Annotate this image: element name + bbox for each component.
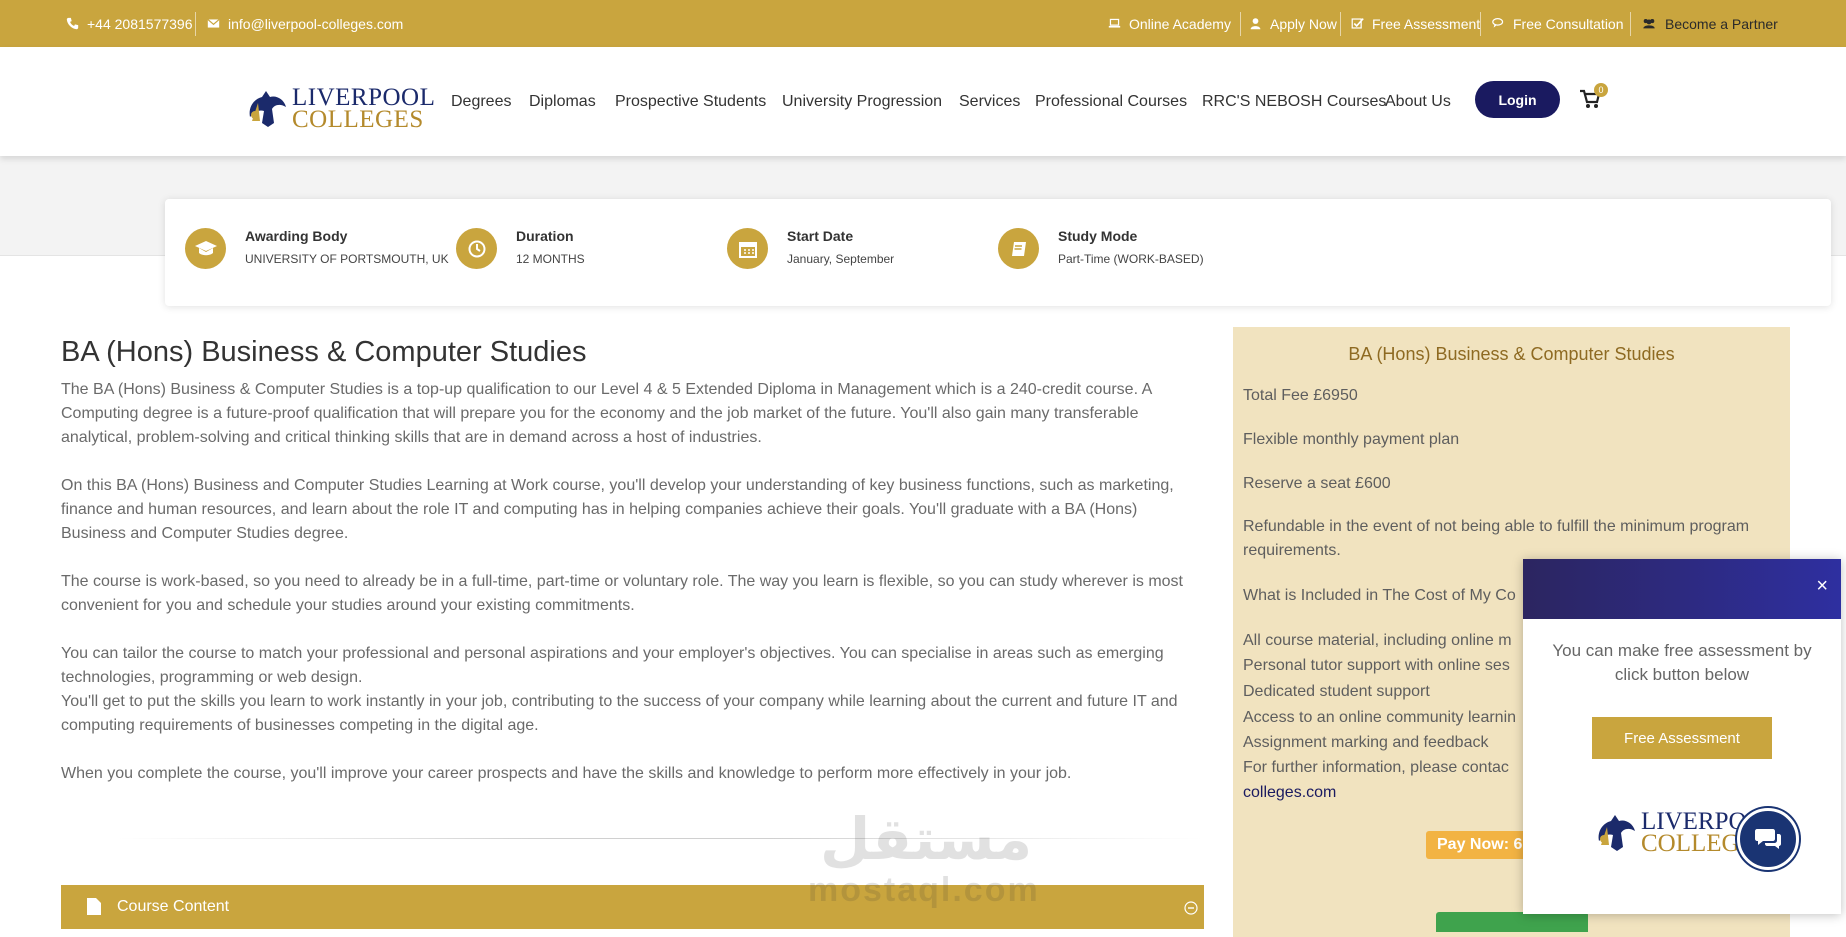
become-partner-label: Become a Partner [1665, 15, 1778, 32]
users-icon [1643, 19, 1655, 29]
comments-icon [1492, 18, 1504, 28]
watermark-latin: mostaql.com [808, 871, 1040, 909]
free-consultation-label: Free Consultation [1513, 15, 1624, 32]
course-info-card: Awarding Body UNIVERSITY OF PORTSMOUTH, … [165, 199, 1831, 306]
watermark-arabic: مستقل [820, 807, 1033, 872]
panel-title: BA (Hons) Business & Computer Studies [1348, 344, 1675, 364]
online-academy-label: Online Academy [1129, 15, 1231, 32]
info-value: UNIVERSITY OF PORTSMOUTH, UK [245, 252, 449, 266]
page-title: BA (Hons) Business & Computer Studies [61, 336, 587, 368]
phone-link[interactable]: +44 2081577396 [66, 0, 193, 47]
chat-bubbles-icon [1755, 829, 1781, 849]
graduation-cap-icon [185, 228, 226, 269]
section-divider [118, 838, 1203, 839]
main-header: LIVERPOOL COLLEGES Degrees Diplomas Pros… [0, 47, 1846, 156]
free-consultation-link[interactable]: Free Consultation [1492, 0, 1624, 47]
calendar-icon [727, 228, 768, 269]
course-content-label: Course Content [117, 898, 230, 915]
included-item: All course material, including online m [1243, 632, 1512, 649]
included-item: Personal tutor support with online ses [1243, 657, 1510, 674]
envelope-icon [207, 18, 220, 28]
info-title: Start Date [787, 228, 854, 244]
book-icon [998, 228, 1039, 269]
green-action-button[interactable] [1436, 912, 1588, 932]
email-link[interactable]: info@liverpool-colleges.com [207, 0, 403, 47]
paragraph-intro: The BA (Hons) Business & Computer Studie… [61, 381, 1152, 446]
collapse-icon[interactable] [1184, 901, 1198, 915]
info-title: Awarding Body [245, 228, 348, 244]
contact-email-link[interactable]: colleges.com [1243, 784, 1336, 802]
apply-now-link[interactable]: Apply Now [1249, 0, 1337, 47]
nav-about-us[interactable]: About Us [1385, 47, 1451, 156]
paragraph-outcome: When you complete the course, you'll imp… [61, 765, 1072, 782]
file-icon [87, 898, 101, 915]
info-value: January, September [787, 252, 895, 266]
user-icon [1250, 18, 1261, 30]
live-chat-button[interactable] [1737, 808, 1799, 870]
nav-diplomas[interactable]: Diplomas [529, 47, 596, 156]
mostaql-watermark: مستقل mostaql.com [800, 805, 1040, 909]
included-heading: What is Included in The Cost of My Co [1243, 587, 1516, 604]
liverpool-colleges-logo[interactable]: LIVERPOOL COLLEGES [244, 85, 435, 133]
refundable-note: Refundable in the event of not being abl… [1243, 518, 1750, 559]
paragraph-work-based: The course is work-based, so you need to… [61, 573, 1183, 614]
laptop-icon [1108, 18, 1121, 28]
free-assessment-button[interactable]: Free Assessment [1592, 717, 1772, 759]
online-academy-link[interactable]: Online Academy [1108, 0, 1231, 47]
pay-now-button[interactable]: Pay Now: 6 [1426, 831, 1530, 859]
nav-professional-courses[interactable]: Professional Courses [1035, 47, 1187, 156]
paragraph-skills: You'll get to put the skills you learn t… [61, 693, 1178, 734]
nav-degrees[interactable]: Degrees [451, 47, 511, 156]
reserve-seat: Reserve a seat £600 [1243, 475, 1391, 492]
phone-number: +44 2081577396 [87, 15, 193, 32]
cart-count-badge: 0 [1594, 83, 1608, 97]
free-assessment-popup: × You can make free assessment by click … [1523, 559, 1841, 914]
total-fee: Total Fee £6950 [1243, 387, 1358, 404]
nav-nebosh-courses[interactable]: RRC'S NEBOSH Courses [1202, 47, 1386, 156]
included-item: For further information, please contac [1243, 759, 1509, 776]
free-assessment-label: Free Assessment [1372, 15, 1481, 32]
become-partner-link[interactable]: Become a Partner [1641, 0, 1778, 47]
nav-services[interactable]: Services [959, 47, 1020, 156]
liver-bird-crest-icon [249, 91, 286, 127]
logo-text-colleges: COLLEGES [292, 106, 424, 133]
clock-icon [456, 228, 497, 269]
info-title: Duration [516, 228, 574, 244]
close-icon[interactable]: × [1816, 576, 1828, 596]
apply-now-label: Apply Now [1270, 15, 1337, 32]
info-value: Part-Time (WORK-BASED) [1058, 252, 1204, 266]
info-value: 12 MONTHS [516, 252, 585, 266]
check-square-icon [1351, 18, 1364, 29]
nav-prospective-students[interactable]: Prospective Students [615, 47, 766, 156]
info-title: Study Mode [1058, 228, 1138, 244]
free-assessment-link[interactable]: Free Assessment [1351, 0, 1480, 47]
paragraph-tailor: You can tailor the course to match your … [61, 645, 1164, 686]
paragraph-learning-at-work: On this BA (Hons) Business and Computer … [61, 477, 1174, 542]
liver-bird-crest-icon [1598, 815, 1635, 851]
email-address: info@liverpool-colleges.com [228, 15, 404, 32]
course-description: BA (Hons) Business & Computer Studies Th… [61, 330, 1206, 810]
included-item: Dedicated student support [1243, 683, 1430, 700]
popup-message: You can make free assessment by click bu… [1552, 641, 1812, 684]
included-item: Assignment marking and feedback [1243, 734, 1489, 751]
popup-header [1523, 559, 1841, 619]
top-bar: +44 2081577396 info@liverpool-colleges.c… [0, 0, 1846, 47]
payment-plan: Flexible monthly payment plan [1243, 431, 1460, 448]
nav-university-progression[interactable]: University Progression [782, 47, 942, 156]
login-button[interactable]: Login [1475, 81, 1560, 118]
phone-icon [66, 17, 79, 30]
included-item: Access to an online community learnin [1243, 709, 1517, 726]
